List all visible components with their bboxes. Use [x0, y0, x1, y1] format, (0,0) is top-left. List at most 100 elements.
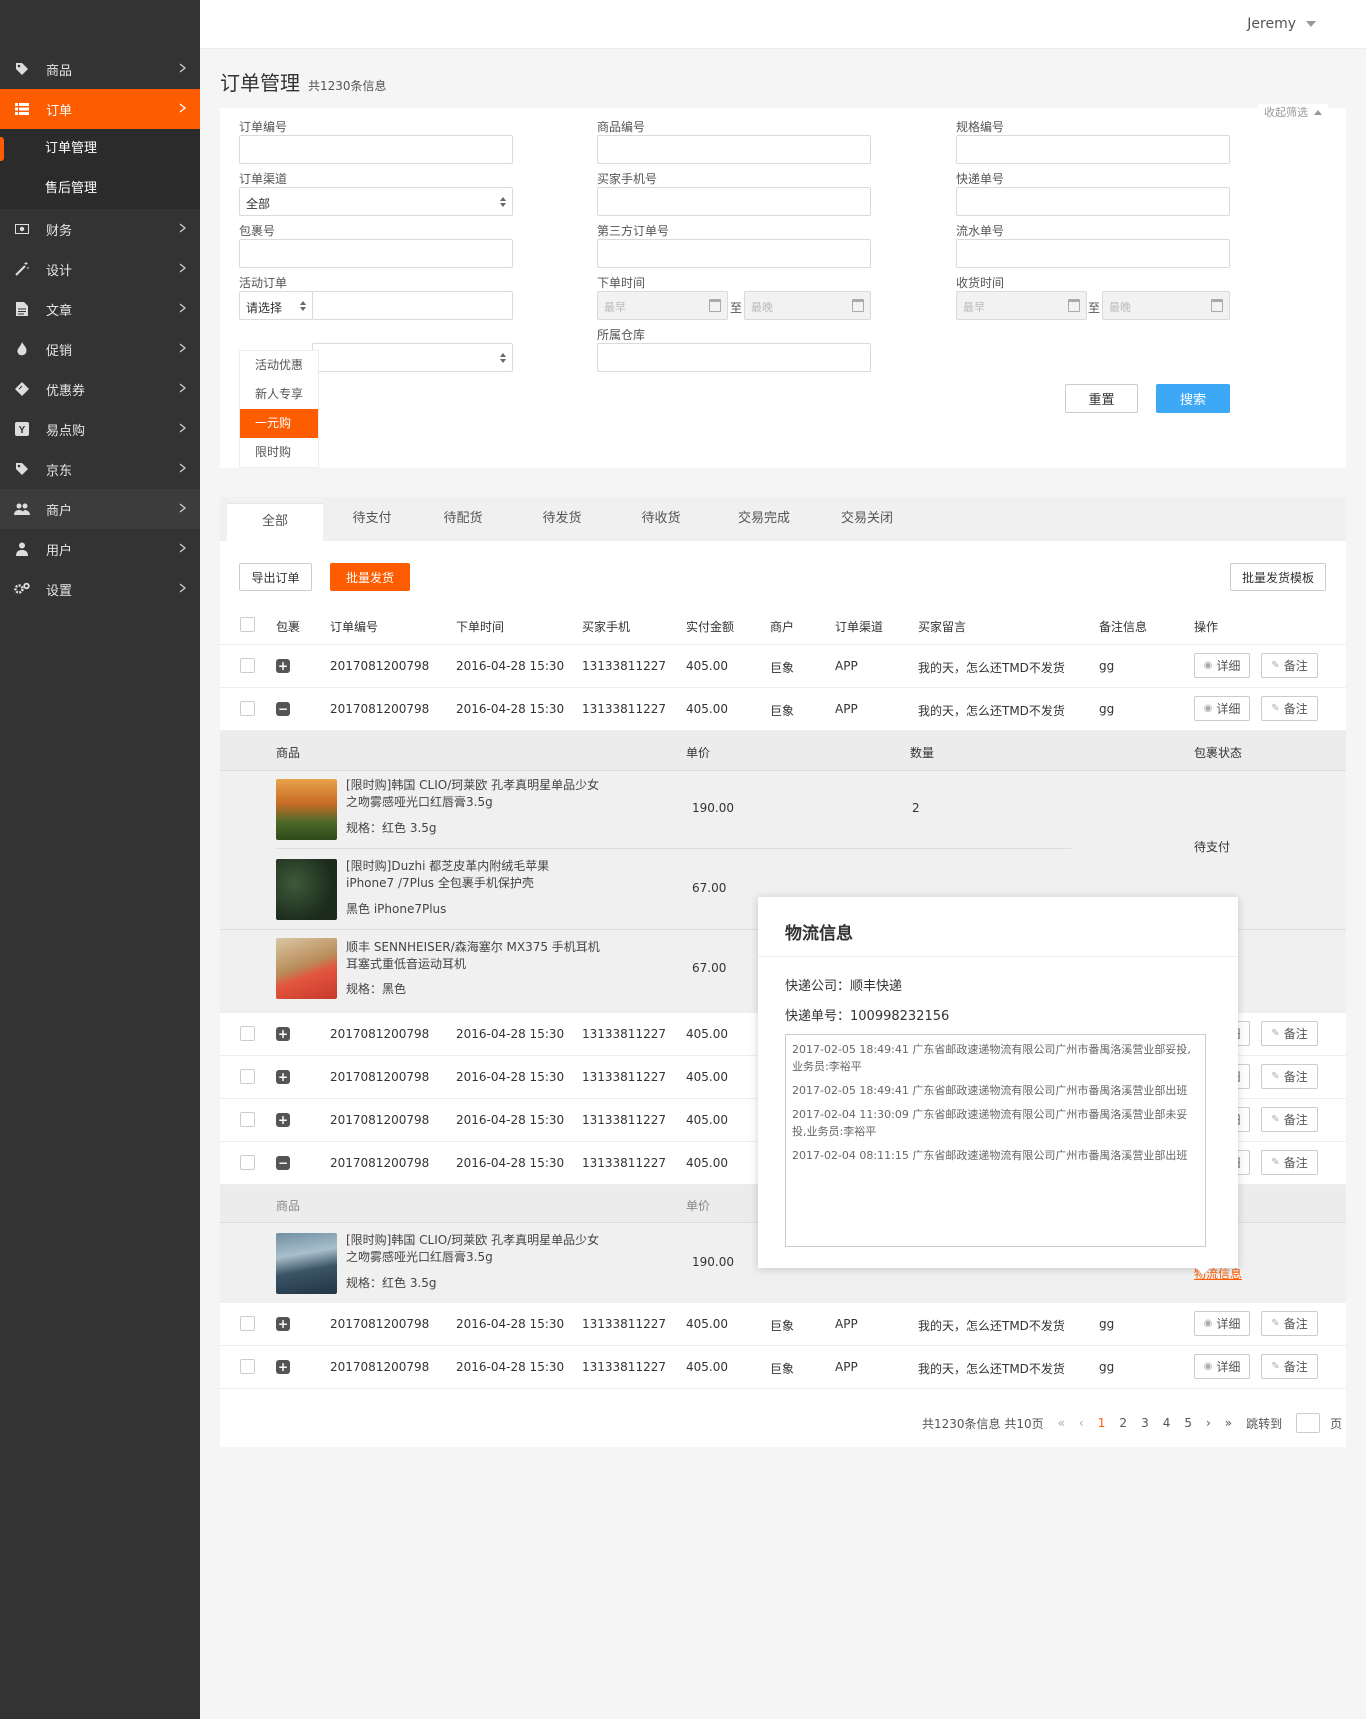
detail-button[interactable]: ◉详细 [1194, 1311, 1250, 1336]
activity-value: 请选择 [246, 301, 283, 315]
order-no-input[interactable] [239, 135, 513, 164]
sidebar-item-yidiangou[interactable]: Y 易点购 [0, 409, 200, 449]
last-page-icon[interactable]: » [1225, 1416, 1232, 1430]
sidebar-item-jd[interactable]: 京东 [0, 449, 200, 489]
product-title[interactable]: [限时购]韩国 CLIO/珂莱欧 孔孝真明星单品少女之吻雾感哑光口红唇膏3.5g [346, 1232, 601, 1266]
sidebar-item-goods[interactable]: 商品 [0, 49, 200, 89]
batch-template-button[interactable]: 批量发货模板 [1230, 563, 1326, 591]
row-checkbox[interactable] [240, 1112, 255, 1127]
collapse-icon[interactable]: − [276, 1156, 290, 1170]
goods-no-input[interactable] [597, 135, 871, 164]
expand-icon[interactable]: + [276, 1317, 290, 1331]
sidebar-sub-after-sale[interactable]: 售后管理 [0, 169, 200, 209]
activity-select[interactable]: 请选择 [239, 291, 313, 320]
sidebar-item-promotion[interactable]: 促销 [0, 329, 200, 369]
warehouse-left-select[interactable] [312, 343, 513, 372]
detail-button[interactable]: ◉详细 [1194, 1354, 1250, 1379]
receive-time-end[interactable]: 最晚 [1102, 291, 1230, 320]
page-5[interactable]: 5 [1184, 1416, 1192, 1430]
page-3[interactable]: 3 [1141, 1416, 1149, 1430]
row-checkbox[interactable] [240, 1359, 255, 1374]
sidebar-item-orders[interactable]: 订单 [0, 89, 200, 129]
row-checkbox[interactable] [240, 1155, 255, 1170]
order-time-start[interactable]: 最早 [597, 291, 728, 320]
remark-button[interactable]: ✎ 备注 [1261, 1354, 1318, 1379]
select-all-checkbox[interactable] [240, 617, 255, 632]
user-menu[interactable]: Jeremy [1247, 16, 1316, 32]
next-page-icon[interactable]: › [1206, 1416, 1211, 1430]
buyer-phone: 13133811227 [582, 702, 666, 716]
search-button[interactable]: 搜索 [1156, 384, 1230, 413]
activity-input[interactable] [312, 291, 513, 320]
first-page-icon[interactable]: « [1058, 1416, 1065, 1430]
remark-button[interactable]: ✎ 备注 [1261, 1021, 1318, 1046]
spec-no-label: 规格编号 [956, 120, 1005, 134]
tab-pending-pay[interactable]: 待支付 [342, 497, 402, 541]
page-1[interactable]: 1 [1098, 1416, 1106, 1430]
page-2[interactable]: 2 [1119, 1416, 1127, 1430]
row-checkbox[interactable] [240, 1069, 255, 1084]
remark-button[interactable]: ✎ 备注 [1261, 1064, 1318, 1089]
expand-icon[interactable]: + [276, 1360, 290, 1374]
jump-input[interactable] [1296, 1413, 1321, 1433]
sidebar-item-settings[interactable]: 设置 [0, 569, 200, 609]
chevron-right-icon [176, 501, 190, 515]
remark-button[interactable]: ✎ 备注 [1261, 1311, 1318, 1336]
receive-time-start[interactable]: 最早 [956, 291, 1087, 320]
warehouse-input[interactable] [597, 343, 871, 372]
product-title[interactable]: 顺丰 SENNHEISER/森海塞尔 MX375 手机耳机 耳塞式重低音运动耳机 [346, 939, 601, 973]
flow-no-input[interactable] [956, 239, 1230, 268]
sidebar-item-design[interactable]: 设计 [0, 249, 200, 289]
sidebar-item-user[interactable]: 用户 [0, 529, 200, 569]
collapse-icon[interactable]: − [276, 702, 290, 716]
remark-button[interactable]: ✎ 备注 [1261, 1150, 1318, 1175]
tab-pending-ship[interactable]: 待发货 [532, 497, 592, 541]
remark-button[interactable]: ✎ 备注 [1261, 653, 1318, 678]
prev-page-icon[interactable]: ‹ [1079, 1416, 1084, 1430]
row-checkbox[interactable] [240, 701, 255, 716]
expand-icon[interactable]: + [276, 1070, 290, 1084]
remark-button[interactable]: ✎ 备注 [1261, 696, 1318, 721]
activity-dropdown: 活动优惠 新人专享 一元购 限时购 [239, 350, 319, 468]
tab-pending-receive[interactable]: 待收货 [631, 497, 691, 541]
remark-button[interactable]: ✎ 备注 [1261, 1107, 1318, 1132]
reset-button[interactable]: 重置 [1065, 384, 1138, 413]
sidebar-item-finance[interactable]: 财务 [0, 209, 200, 249]
express-no-input[interactable] [956, 187, 1230, 216]
dropdown-option[interactable]: 限时购 [240, 438, 318, 467]
export-orders-button[interactable]: 导出订单 [239, 563, 312, 591]
row-checkbox[interactable] [240, 658, 255, 673]
dropdown-option[interactable]: 活动优惠 [240, 351, 318, 380]
row-checkbox[interactable] [240, 1316, 255, 1331]
dropdown-option-selected[interactable]: 一元购 [240, 409, 318, 438]
gears-icon [14, 581, 30, 597]
page-4[interactable]: 4 [1163, 1416, 1171, 1430]
tab-all[interactable]: 全部 [227, 503, 323, 543]
dropdown-option[interactable]: 新人专享 [240, 380, 318, 409]
batch-ship-button[interactable]: 批量发货 [330, 563, 410, 591]
buyer-phone-input[interactable] [597, 187, 871, 216]
third-no-input[interactable] [597, 239, 871, 268]
tab-closed[interactable]: 交易关闭 [827, 497, 907, 541]
product-title[interactable]: [限时购]韩国 CLIO/珂莱欧 孔孝真明星单品少女之吻雾感哑光口红唇膏3.5g [346, 777, 601, 811]
expand-icon[interactable]: + [276, 1113, 290, 1127]
expand-icon[interactable]: + [276, 1027, 290, 1041]
tab-completed[interactable]: 交易完成 [724, 497, 804, 541]
expand-icon[interactable]: + [276, 659, 290, 673]
row-checkbox[interactable] [240, 1026, 255, 1041]
popup-pointer [1194, 1266, 1212, 1275]
sidebar-item-coupon[interactable]: 优惠券 [0, 369, 200, 409]
sidebar-item-merchant[interactable]: 商户 [0, 489, 200, 529]
tab-pending-pick[interactable]: 待配货 [433, 497, 493, 541]
sidebar-item-article[interactable]: 文章 [0, 289, 200, 329]
order-time-end[interactable]: 最晚 [744, 291, 871, 320]
channel-select[interactable]: 全部 [239, 187, 513, 216]
detail-button[interactable]: ◉详细 [1194, 696, 1250, 721]
detail-button[interactable]: ◉详细 [1194, 653, 1250, 678]
tracking-log[interactable]: 2017-02-05 18:49:41 广东省邮政速递物流有限公司广州市番禺洛溪… [785, 1034, 1206, 1247]
sidebar-sub-order-manage[interactable]: 订单管理 [0, 129, 200, 169]
package-no-input[interactable] [239, 239, 513, 268]
product-title[interactable]: [限时购]Duzhi 都芝皮革内附绒毛苹果 iPhone7 /7Plus 全包裹… [346, 858, 601, 892]
collapse-filter-toggle[interactable]: 收起筛选 [1258, 104, 1328, 120]
spec-no-input[interactable] [956, 135, 1230, 164]
